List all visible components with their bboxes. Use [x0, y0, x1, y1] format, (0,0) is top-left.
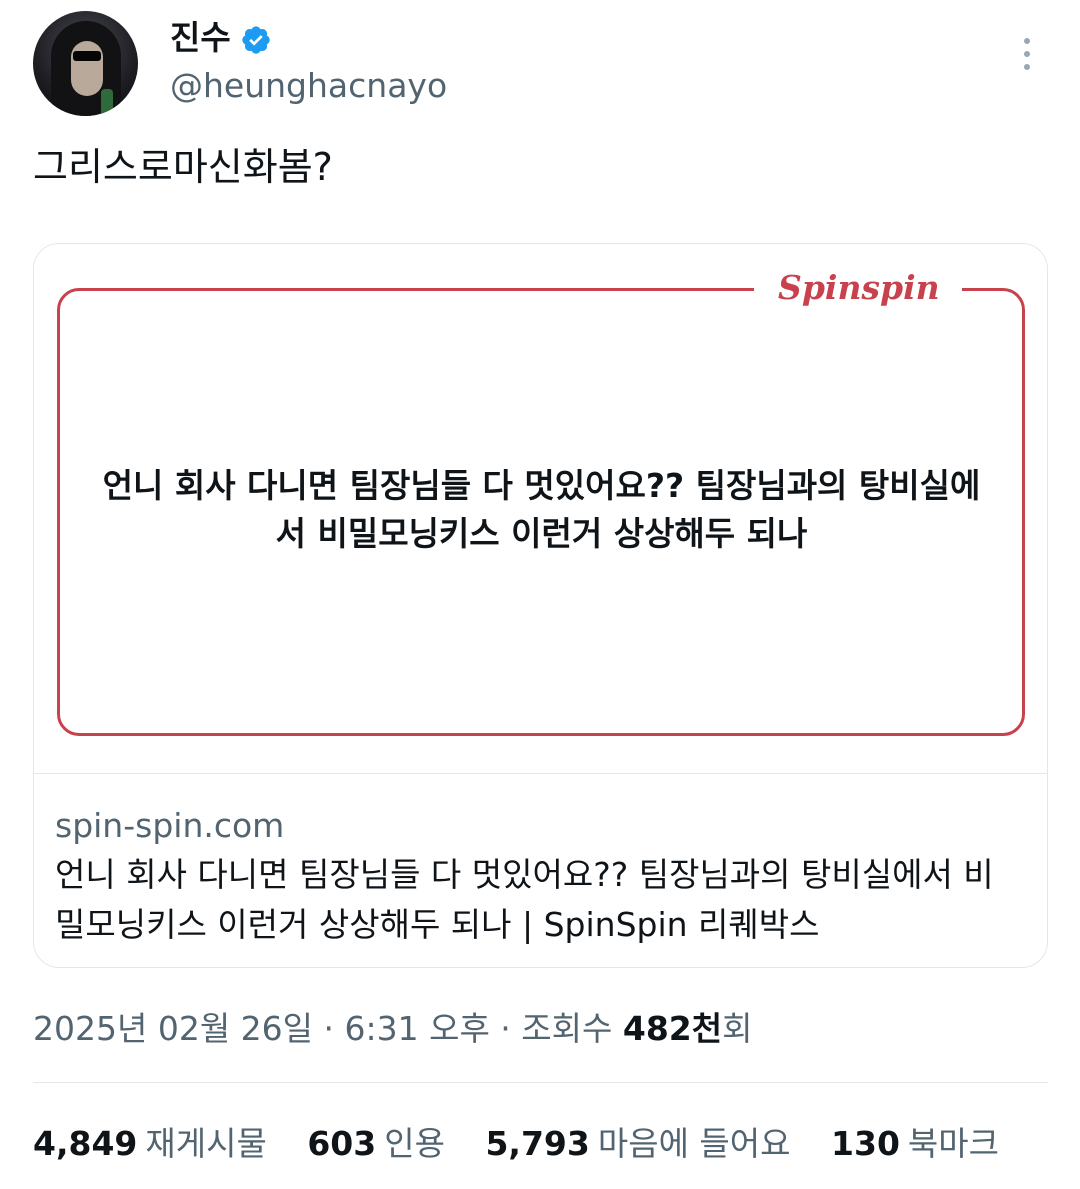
brand-logo: Spinspin — [778, 268, 940, 307]
verified-badge-icon — [242, 26, 270, 54]
card-info[interactable]: spin-spin.com 언니 회사 다니면 팀장님들 다 멋있어요?? 팀장… — [34, 774, 1047, 967]
stat-label: 북마크 — [907, 1124, 999, 1163]
card-image[interactable]: Spinspin 언니 회사 다니면 팀장님들 다 멋있어요?? 팀장님과의 탕… — [34, 244, 1047, 774]
more-dot — [1024, 51, 1030, 57]
more-dot — [1024, 64, 1030, 70]
stat-bookmarks[interactable]: 130 북마크 — [831, 1120, 999, 1168]
stat-number: 130 — [831, 1124, 900, 1163]
card-quote: 언니 회사 다니면 팀장님들 다 멋있어요?? 팀장님과의 탕비실에서 비밀모닝… — [102, 466, 981, 553]
avatar[interactable] — [33, 11, 138, 116]
stat-reposts[interactable]: 4,849 재게시물 — [33, 1120, 267, 1168]
engagement-stats: 4,849 재게시물 603 인용 5,793 마음에 들어요 130 북마크 — [33, 1120, 1029, 1168]
user-handle[interactable]: @heunghacnayo — [170, 66, 447, 106]
more-dot — [1024, 38, 1030, 44]
view-count[interactable]: 482천 — [623, 1009, 722, 1048]
stat-number: 603 — [307, 1124, 377, 1163]
avatar-bottle — [101, 89, 113, 116]
divider — [33, 1082, 1048, 1083]
stat-number: 4,849 — [33, 1124, 138, 1163]
stat-number: 5,793 — [485, 1124, 590, 1163]
avatar-face — [71, 41, 103, 96]
stat-quotes[interactable]: 603 인용 — [307, 1120, 445, 1168]
display-name[interactable]: 진수 — [170, 18, 231, 58]
more-options-icon[interactable] — [1012, 34, 1042, 74]
tweet-meta: 2025년 02월 26일 · 6:31 오후 · 조회수 482천회 — [33, 1005, 752, 1053]
date-time: 2025년 02월 26일 · 6:31 오후 · 조회수 — [33, 1009, 613, 1048]
card-title: 언니 회사 다니면 팀장님들 다 멋있어요?? 팀장님과의 탕비실에서 비밀모닝… — [55, 855, 994, 944]
view-suffix: 회 — [722, 1009, 753, 1048]
stat-label: 재게시물 — [145, 1124, 267, 1163]
link-card[interactable]: Spinspin 언니 회사 다니면 팀장님들 다 멋있어요?? 팀장님과의 탕… — [33, 243, 1048, 968]
stat-likes[interactable]: 5,793 마음에 들어요 — [485, 1120, 790, 1168]
stat-label: 인용 — [384, 1124, 445, 1163]
stat-label: 마음에 들어요 — [597, 1124, 791, 1163]
card-domain: spin-spin.com — [55, 806, 285, 845]
tweet-text: 그리스로마신화봄? — [33, 145, 333, 189]
avatar-sunglasses — [73, 51, 101, 61]
